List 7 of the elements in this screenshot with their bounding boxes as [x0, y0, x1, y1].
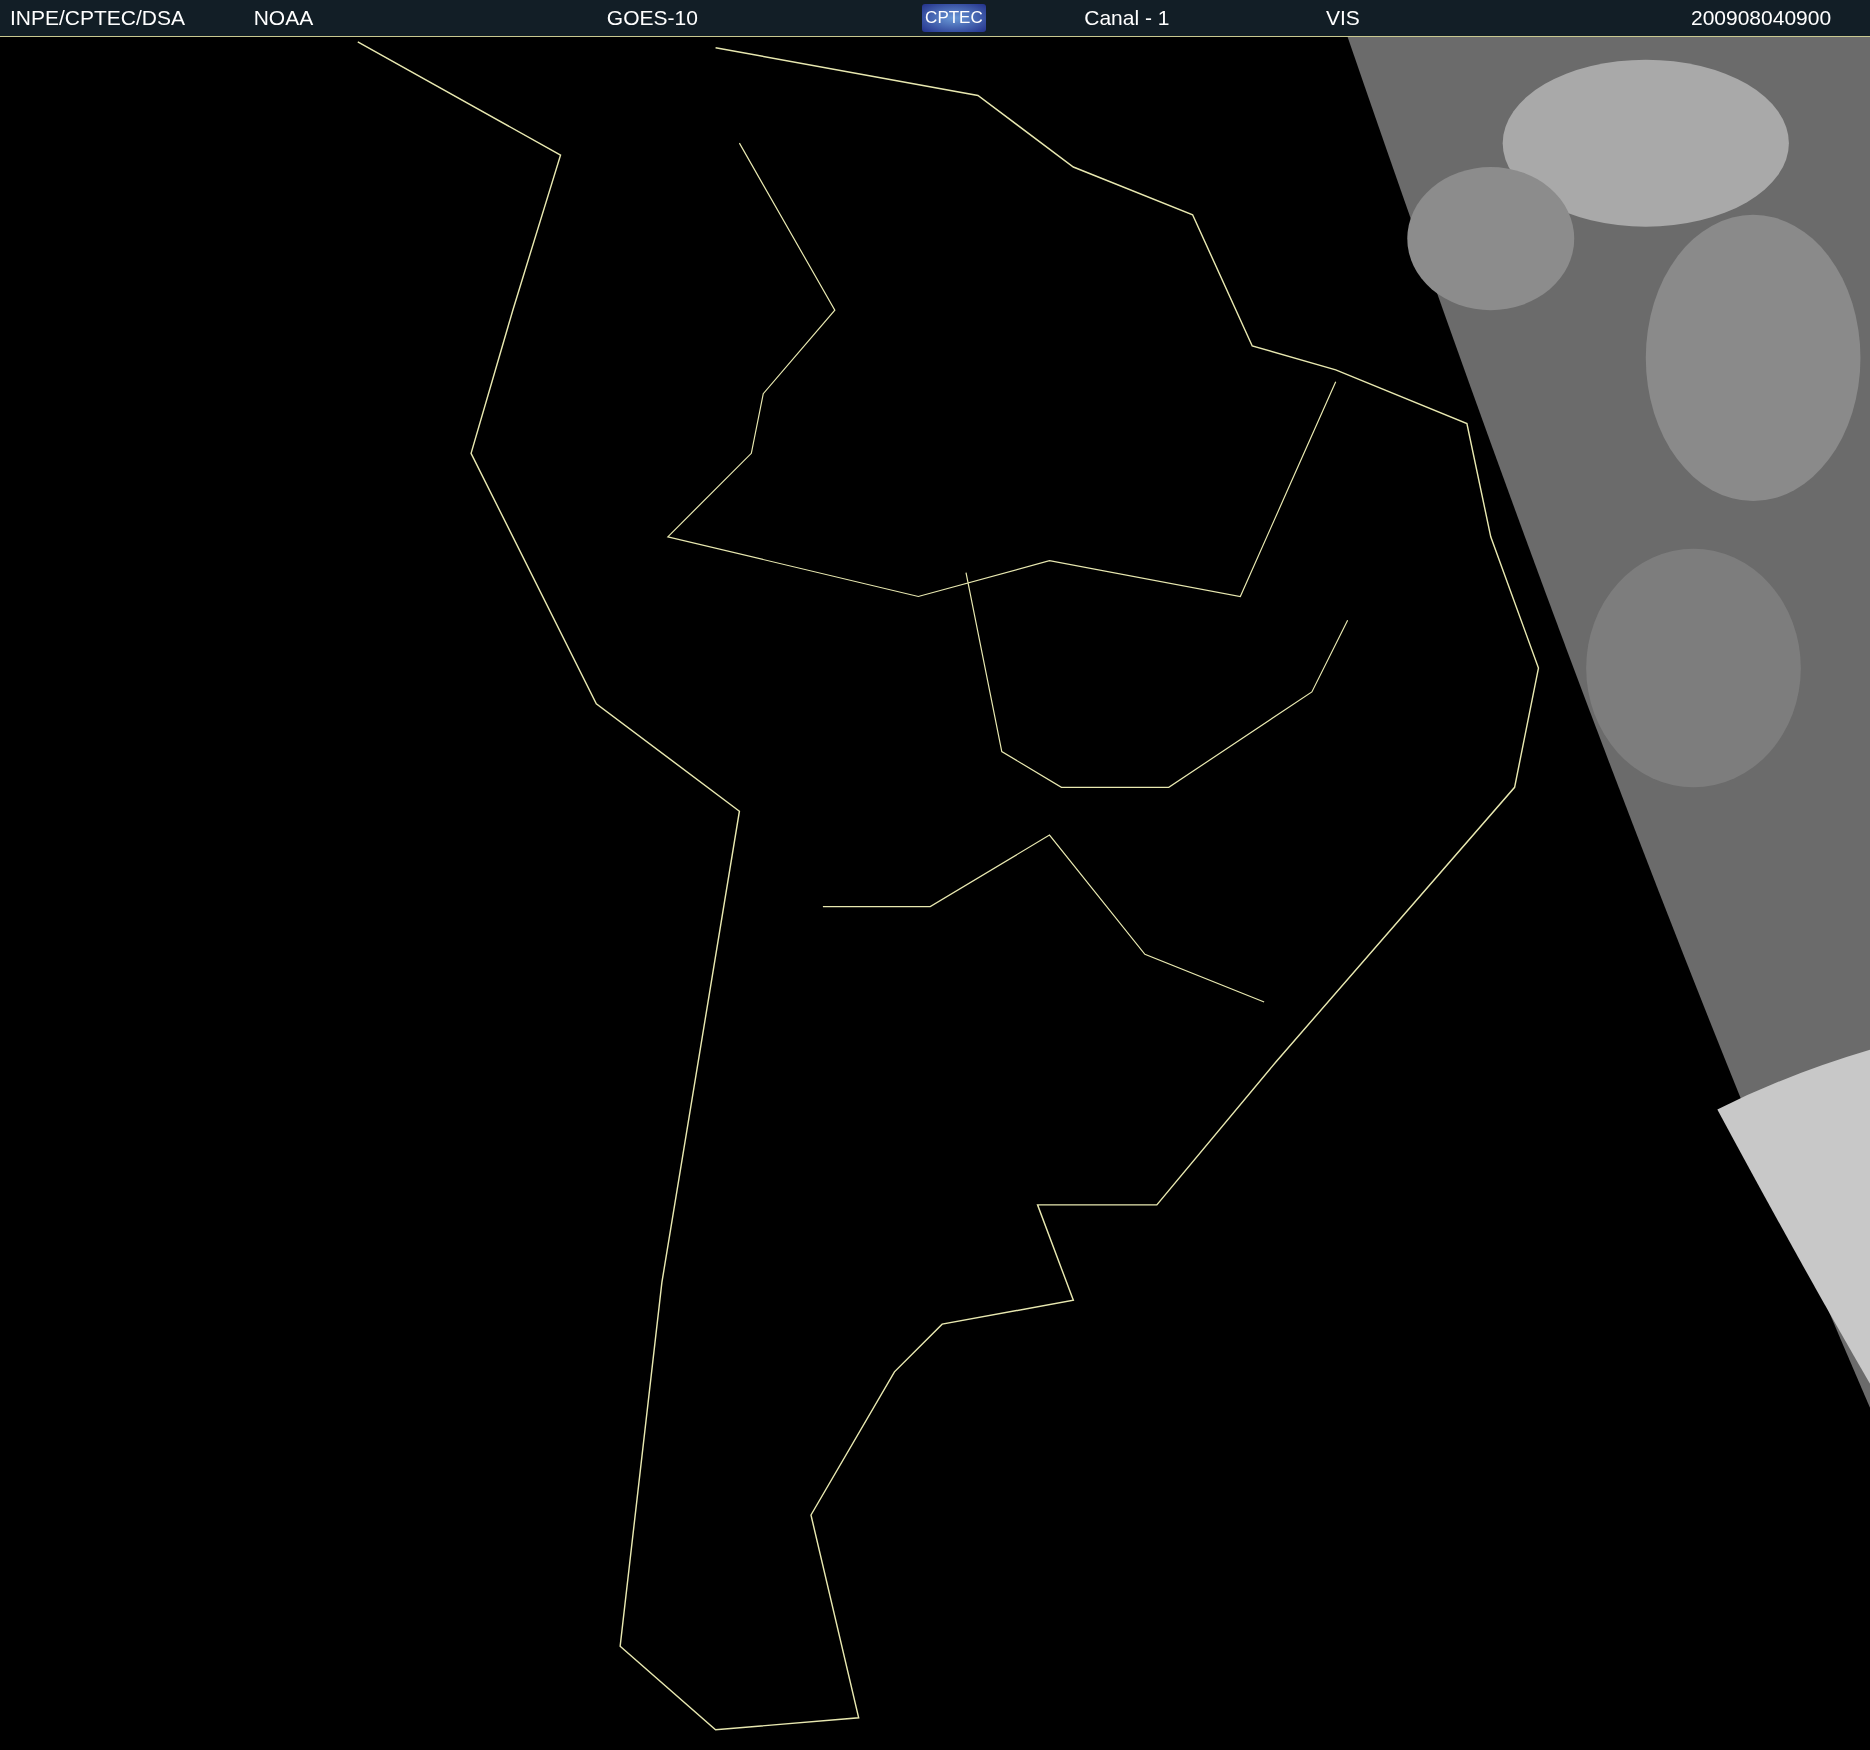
- header-label: NOAA: [253, 6, 314, 30]
- header-label: VIS: [1325, 6, 1360, 30]
- cptec-logo: CPTEC: [922, 4, 986, 32]
- header-label: 200908040900: [1690, 6, 1832, 30]
- header-label: GOES-10: [606, 6, 698, 30]
- header-label: Canal - 1: [1084, 6, 1170, 30]
- header-label: INPE/CPTEC/DSA: [10, 6, 186, 30]
